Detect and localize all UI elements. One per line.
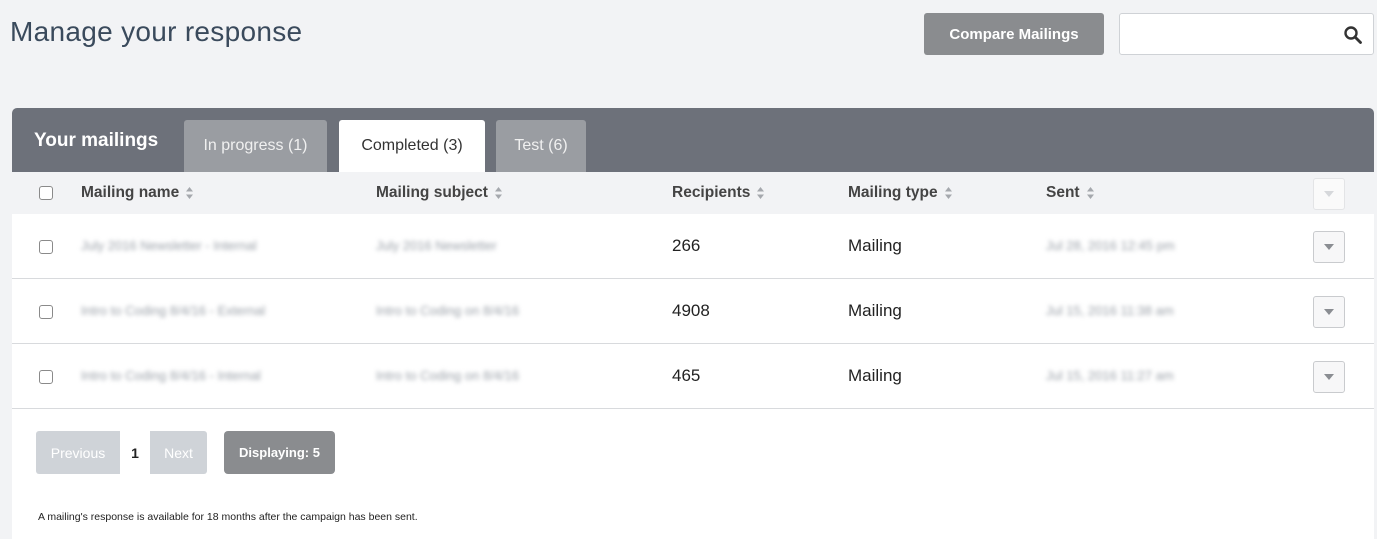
tab-test[interactable]: Test (6) xyxy=(496,120,586,172)
mailing-name[interactable]: Intro to Coding 8/4/16 - Internal xyxy=(81,368,261,383)
search-input[interactable] xyxy=(1120,14,1335,54)
mailing-subject: July 2016 Newsletter xyxy=(376,238,497,253)
recipients-count: 266 xyxy=(672,236,701,255)
sent-date: Jul 15, 2016 11:38 am xyxy=(1046,303,1174,318)
column-label: Recipients xyxy=(672,184,751,201)
chevron-down-icon xyxy=(1324,244,1334,250)
sort-icon xyxy=(1086,187,1094,199)
row-checkbox[interactable] xyxy=(39,305,53,319)
column-header-sent[interactable]: Sent xyxy=(1046,184,1095,202)
row-actions-dropdown[interactable] xyxy=(1313,231,1345,263)
sort-icon xyxy=(944,187,952,199)
sent-date: Jul 28, 2016 12:45 pm xyxy=(1046,238,1175,253)
bulk-actions-dropdown[interactable] xyxy=(1313,178,1345,210)
mailing-name[interactable]: Intro to Coding 8/4/16 - External xyxy=(81,303,265,318)
mailing-name[interactable]: July 2016 Newsletter - Internal xyxy=(81,238,257,253)
column-header-mailing-type[interactable]: Mailing type xyxy=(848,184,953,202)
next-page-button[interactable]: Next xyxy=(150,431,207,474)
row-checkbox[interactable] xyxy=(39,240,53,254)
table-row[interactable]: Intro to Coding 8/4/16 - External Intro … xyxy=(12,279,1374,344)
recipients-count: 4908 xyxy=(672,301,710,320)
mailings-panel: Your mailings In progress (1) Completed … xyxy=(12,108,1374,539)
recipients-count: 465 xyxy=(672,366,701,385)
tabbar-title: Your mailings xyxy=(34,130,159,151)
tab-completed[interactable]: Completed (3) xyxy=(339,120,485,172)
row-actions-dropdown[interactable] xyxy=(1313,361,1345,393)
tab-bar: Your mailings In progress (1) Completed … xyxy=(12,108,1374,172)
row-actions-dropdown[interactable] xyxy=(1313,296,1345,328)
displaying-count-button[interactable]: Displaying: 5 xyxy=(224,431,335,474)
search-box xyxy=(1119,13,1374,55)
mailing-type: Mailing xyxy=(848,301,902,320)
column-label: Mailing subject xyxy=(376,184,488,201)
sort-icon xyxy=(494,187,502,199)
column-label: Mailing type xyxy=(848,184,938,201)
sent-date: Jul 15, 2016 11:27 am xyxy=(1046,368,1174,383)
chevron-down-icon xyxy=(1324,191,1334,197)
mailing-type: Mailing xyxy=(848,236,902,255)
row-checkbox[interactable] xyxy=(39,370,53,384)
select-all-checkbox[interactable] xyxy=(39,186,53,200)
mailing-subject: Intro to Coding on 8/4/16 xyxy=(376,368,520,383)
table-row[interactable]: Intro to Coding 8/4/16 - Internal Intro … xyxy=(12,344,1374,409)
mailing-type: Mailing xyxy=(848,366,902,385)
chevron-down-icon xyxy=(1324,309,1334,315)
response-availability-note: A mailing's response is available for 18… xyxy=(38,511,418,523)
search-icon[interactable] xyxy=(1343,25,1363,45)
column-label: Sent xyxy=(1046,184,1080,201)
column-header-mailing-name[interactable]: Mailing name xyxy=(81,184,194,202)
page-title: Manage your response xyxy=(10,16,303,47)
column-header-mailing-subject[interactable]: Mailing subject xyxy=(376,184,503,202)
compare-mailings-button[interactable]: Compare Mailings xyxy=(924,13,1104,55)
mailing-subject: Intro to Coding on 8/4/16 xyxy=(376,303,520,318)
current-page-number[interactable]: 1 xyxy=(120,431,150,474)
chevron-down-icon xyxy=(1324,374,1334,380)
sort-icon xyxy=(186,187,194,199)
pagination: Previous 1 Next xyxy=(36,431,207,474)
column-header-recipients[interactable]: Recipients xyxy=(672,184,765,202)
tab-in-progress[interactable]: In progress (1) xyxy=(184,120,327,172)
table-row[interactable]: July 2016 Newsletter - Internal July 201… xyxy=(12,214,1374,279)
previous-page-button[interactable]: Previous xyxy=(36,431,120,474)
sort-icon xyxy=(757,187,765,199)
column-label: Mailing name xyxy=(81,184,180,201)
table-header: Mailing name Mailing subject Recipients … xyxy=(12,172,1374,214)
